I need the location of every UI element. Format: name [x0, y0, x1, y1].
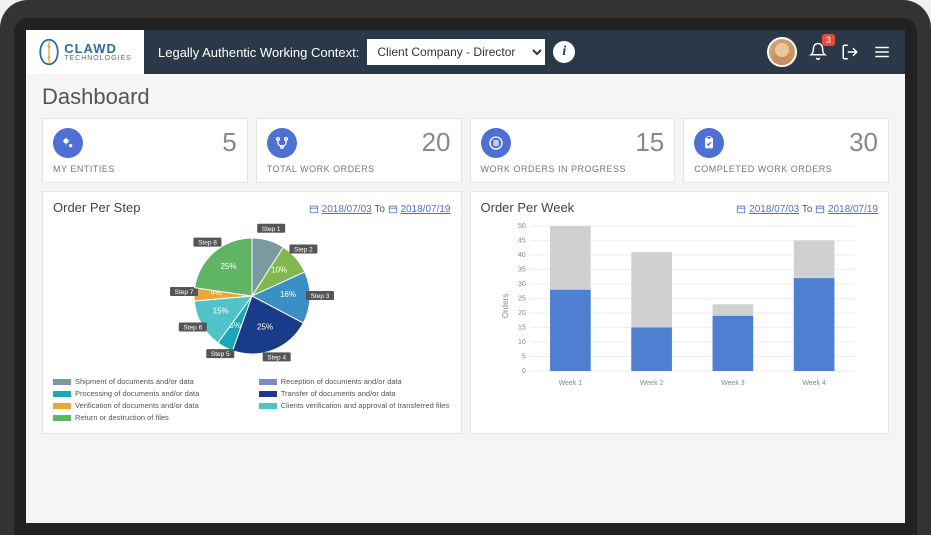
- brand-name: CLAWD: [64, 42, 132, 55]
- context-label: Legally Authentic Working Context:: [158, 45, 359, 60]
- stat-value: 20: [422, 127, 451, 158]
- svg-text:Step 6: Step 6: [183, 324, 202, 331]
- clipboard-icon: [694, 128, 724, 158]
- legend-item: Verification of documents and/or data: [53, 401, 245, 410]
- stat-card-total[interactable]: 20 TOTAL WORK ORDERS: [256, 118, 462, 183]
- svg-text:Step 3: Step 3: [310, 293, 329, 300]
- stat-value: 15: [635, 127, 664, 158]
- panel-order-per-week: Order Per Week 2018/07/03 To 2018/07/19 …: [470, 191, 890, 434]
- avatar[interactable]: [767, 37, 797, 67]
- svg-text:Step 8: Step 8: [198, 240, 217, 247]
- page-title: Dashboard: [42, 84, 889, 110]
- legend-label: Reception of documents and/or data: [281, 377, 402, 386]
- legend-swatch: [53, 379, 71, 385]
- brand-sub: TECHNOLOGIES: [64, 55, 132, 62]
- legend-swatch: [259, 403, 277, 409]
- calendar-icon: [736, 204, 746, 214]
- pie-legend: Shipment of documents and/or data Process…: [53, 377, 451, 425]
- stat-label: TOTAL WORK ORDERS: [267, 164, 451, 174]
- legend-swatch: [53, 391, 71, 397]
- svg-text:20: 20: [517, 310, 525, 317]
- legend-swatch: [53, 403, 71, 409]
- panel-order-per-step: Order Per Step 2018/07/03 To 2018/07/19 …: [42, 191, 462, 434]
- legend-label: Return or destruction of files: [75, 413, 169, 422]
- legend-swatch: [53, 415, 71, 421]
- svg-text:Orders: Orders: [500, 294, 509, 318]
- legend-item: Transfer of documents and/or data: [259, 389, 451, 398]
- date-from[interactable]: 2018/07/03: [322, 204, 372, 215]
- notifications-button[interactable]: 3: [809, 42, 827, 63]
- legend-swatch: [259, 391, 277, 397]
- svg-text:50: 50: [517, 223, 525, 230]
- svg-text:25: 25: [517, 296, 525, 303]
- svg-text:15: 15: [517, 325, 525, 332]
- gears-icon: [53, 128, 83, 158]
- svg-text:25%: 25%: [220, 262, 236, 271]
- legend-item: Return or destruction of files: [53, 413, 245, 422]
- panel-title: Order Per Week: [481, 200, 575, 215]
- stat-label: WORK ORDERS IN PROGRESS: [481, 164, 665, 174]
- stat-value: 30: [849, 127, 878, 158]
- context-select[interactable]: Client Company - Director: [367, 39, 545, 65]
- calendar-icon: [815, 204, 825, 214]
- legend-label: Processing of documents and/or data: [75, 389, 199, 398]
- logout-icon[interactable]: [841, 43, 859, 61]
- legend-label: Shipment of documents and/or data: [75, 377, 194, 386]
- bar-chart: 0 5 10 15 20 25 30 35 40 45 50 Week 1 Week 2 Week 3 We…: [481, 221, 879, 391]
- svg-text:Step 4: Step 4: [267, 354, 286, 361]
- svg-text:10: 10: [517, 339, 525, 346]
- svg-text:40: 40: [517, 252, 525, 259]
- stat-label: COMPLETED WORK ORDERS: [694, 164, 878, 174]
- svg-text:35: 35: [517, 267, 525, 274]
- svg-text:16%: 16%: [280, 290, 296, 299]
- svg-text:10%: 10%: [271, 265, 287, 274]
- info-icon[interactable]: i: [553, 41, 575, 63]
- legend-swatch: [259, 379, 277, 385]
- legend-label: Verification of documents and/or data: [75, 401, 199, 410]
- legend-label: Clients verification and approval of tra…: [281, 401, 449, 410]
- branch-icon: [267, 128, 297, 158]
- hamburger-icon[interactable]: [873, 43, 891, 61]
- legend-item: Clients verification and approval of tra…: [259, 401, 451, 410]
- svg-text:Week 2: Week 2: [639, 380, 663, 387]
- svg-text:Step 2: Step 2: [294, 246, 313, 253]
- pie-chart: Step 110%Step 216%Step 325%Step 45%Step …: [167, 221, 337, 371]
- svg-text:Step 5: Step 5: [211, 351, 230, 358]
- notification-badge: 3: [822, 34, 835, 46]
- svg-text:Week 1: Week 1: [558, 380, 582, 387]
- svg-text:Step 7: Step 7: [174, 289, 193, 296]
- brand-logo[interactable]: CLAWD TECHNOLOGIES: [26, 30, 144, 74]
- calendar-icon: [388, 204, 398, 214]
- list-icon: [481, 128, 511, 158]
- legend-item: Reception of documents and/or data: [259, 377, 451, 386]
- svg-text:0: 0: [521, 368, 525, 375]
- to-text: To: [802, 204, 813, 215]
- svg-text:5: 5: [521, 354, 525, 361]
- top-navbar: CLAWD TECHNOLOGIES Legally Authentic Wor…: [26, 30, 905, 74]
- stat-card-completed[interactable]: 30 COMPLETED WORK ORDERS: [683, 118, 889, 183]
- stat-row: 5 MY ENTITIES 20 TOTAL WORK ORDERS: [42, 118, 889, 183]
- svg-text:Week 4: Week 4: [802, 380, 826, 387]
- stat-label: MY ENTITIES: [53, 164, 237, 174]
- to-text: To: [374, 204, 385, 215]
- logo-icon: [38, 38, 60, 66]
- date-from[interactable]: 2018/07/03: [749, 204, 799, 215]
- stat-card-progress[interactable]: 15 WORK ORDERS IN PROGRESS: [470, 118, 676, 183]
- svg-text:15%: 15%: [212, 307, 228, 316]
- svg-text:30: 30: [517, 281, 525, 288]
- svg-text:45: 45: [517, 238, 525, 245]
- legend-item: Shipment of documents and/or data: [53, 377, 245, 386]
- svg-text:Week 3: Week 3: [721, 380, 745, 387]
- svg-text:25%: 25%: [257, 323, 273, 332]
- legend-label: Transfer of documents and/or data: [281, 389, 396, 398]
- date-to[interactable]: 2018/07/19: [400, 204, 450, 215]
- date-to[interactable]: 2018/07/19: [828, 204, 878, 215]
- calendar-icon: [309, 204, 319, 214]
- svg-text:Step 1: Step 1: [262, 226, 281, 233]
- stat-value: 5: [222, 127, 236, 158]
- legend-item: Processing of documents and/or data: [53, 389, 245, 398]
- stat-card-entities[interactable]: 5 MY ENTITIES: [42, 118, 248, 183]
- panel-title: Order Per Step: [53, 200, 140, 215]
